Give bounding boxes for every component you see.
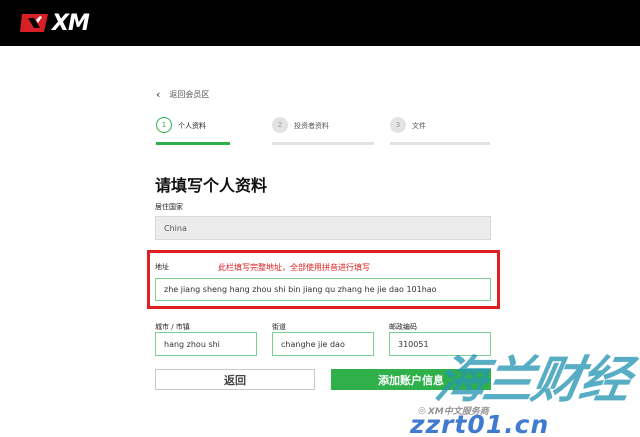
city-input[interactable]: hang zhou shi bbox=[155, 332, 257, 356]
step-investor-info: 2 投资者资料 bbox=[272, 116, 374, 146]
country-field: China bbox=[155, 216, 491, 240]
xm-logo-icon bbox=[20, 14, 48, 32]
annotation-note: 此栏填写完整地址，全部使用拼音进行填写 bbox=[218, 263, 370, 272]
street-label: 街道 bbox=[272, 323, 286, 331]
step-bar bbox=[272, 142, 374, 145]
step-documents: 3 文件 bbox=[390, 116, 490, 146]
watermark-title: 海兰财经 bbox=[431, 351, 634, 409]
page: XM ‹ 返回会员区 1 个人资料 2 投资者资料 3 文件 请填写个人资料 居… bbox=[0, 0, 640, 437]
logo-text: XM bbox=[52, 10, 90, 36]
page-title: 请填写个人资料 bbox=[155, 176, 268, 195]
progress-steps: 1 个人资料 2 投资者资料 bbox=[156, 116, 374, 146]
step-bar bbox=[390, 142, 490, 145]
step-label: 个人资料 bbox=[178, 122, 206, 130]
city-label: 城市 / 市镇 bbox=[155, 323, 190, 331]
chevron-left-icon: ‹ bbox=[156, 88, 161, 101]
step-personal-info: 1 个人资料 bbox=[156, 116, 230, 146]
step-bar bbox=[156, 142, 230, 145]
step-label: 文件 bbox=[412, 122, 426, 130]
street-input[interactable]: changhe jie dao bbox=[272, 332, 374, 356]
step-label: 投资者资料 bbox=[294, 122, 329, 130]
back-to-members-link[interactable]: ‹ 返回会员区 bbox=[156, 88, 209, 101]
back-link-label: 返回会员区 bbox=[169, 90, 210, 99]
top-bar: XM bbox=[0, 0, 640, 46]
annotation-highlight-box bbox=[147, 250, 500, 309]
step-number: 2 bbox=[272, 117, 288, 133]
watermark-url: zzrt01.cn bbox=[410, 410, 550, 437]
step-number: 1 bbox=[156, 117, 172, 133]
country-label: 居住国家 bbox=[155, 203, 183, 211]
step-number: 3 bbox=[390, 117, 406, 133]
progress-steps-3: 3 文件 bbox=[390, 116, 490, 146]
postcode-label: 邮政编码 bbox=[389, 323, 417, 331]
back-button[interactable]: 返回 bbox=[155, 369, 315, 390]
xm-logo[interactable]: XM bbox=[20, 10, 90, 36]
